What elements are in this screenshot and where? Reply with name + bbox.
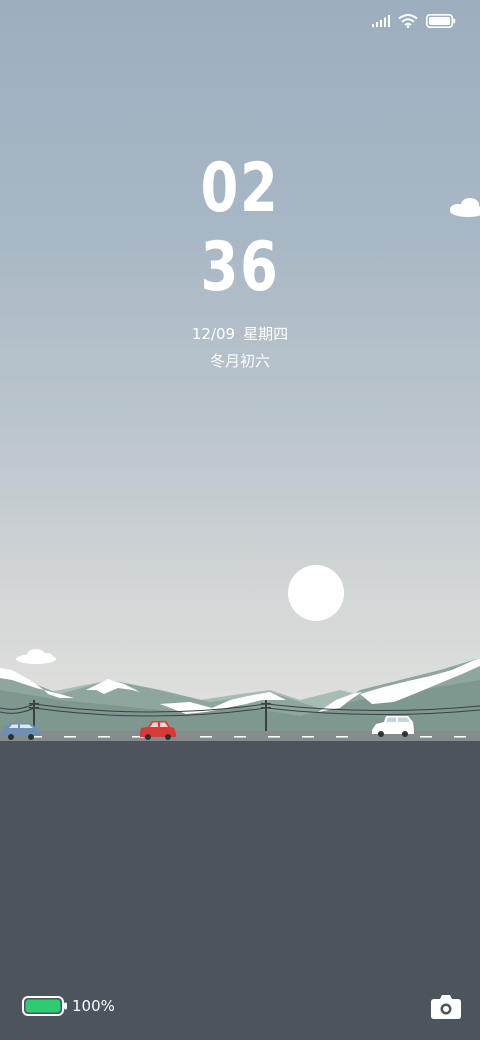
signal-icon (372, 15, 390, 27)
lunar-date: 冬月初六 (209, 352, 270, 370)
weekday-text: 星期四 (243, 325, 289, 343)
camera-button[interactable] (430, 993, 462, 1021)
clock-minutes: 36 (200, 228, 280, 307)
status-bar (372, 10, 456, 32)
battery-large-icon (22, 996, 67, 1016)
battery-icon (426, 14, 456, 28)
cloud-right (450, 198, 480, 217)
clock-hours: 02 (200, 149, 280, 228)
date-line: 12/09 星期四 (0, 324, 480, 344)
battery-indicator: 100% (22, 996, 115, 1016)
date-text: 12/09 (191, 325, 236, 343)
battery-percent: 100% (72, 997, 115, 1015)
wifi-icon (398, 14, 418, 28)
cloud-left (16, 649, 56, 664)
camera-icon (431, 995, 461, 1019)
lock-screen: 02 36 12/09 星期四 冬月初六 100% (0, 0, 480, 1040)
sun (288, 565, 344, 621)
